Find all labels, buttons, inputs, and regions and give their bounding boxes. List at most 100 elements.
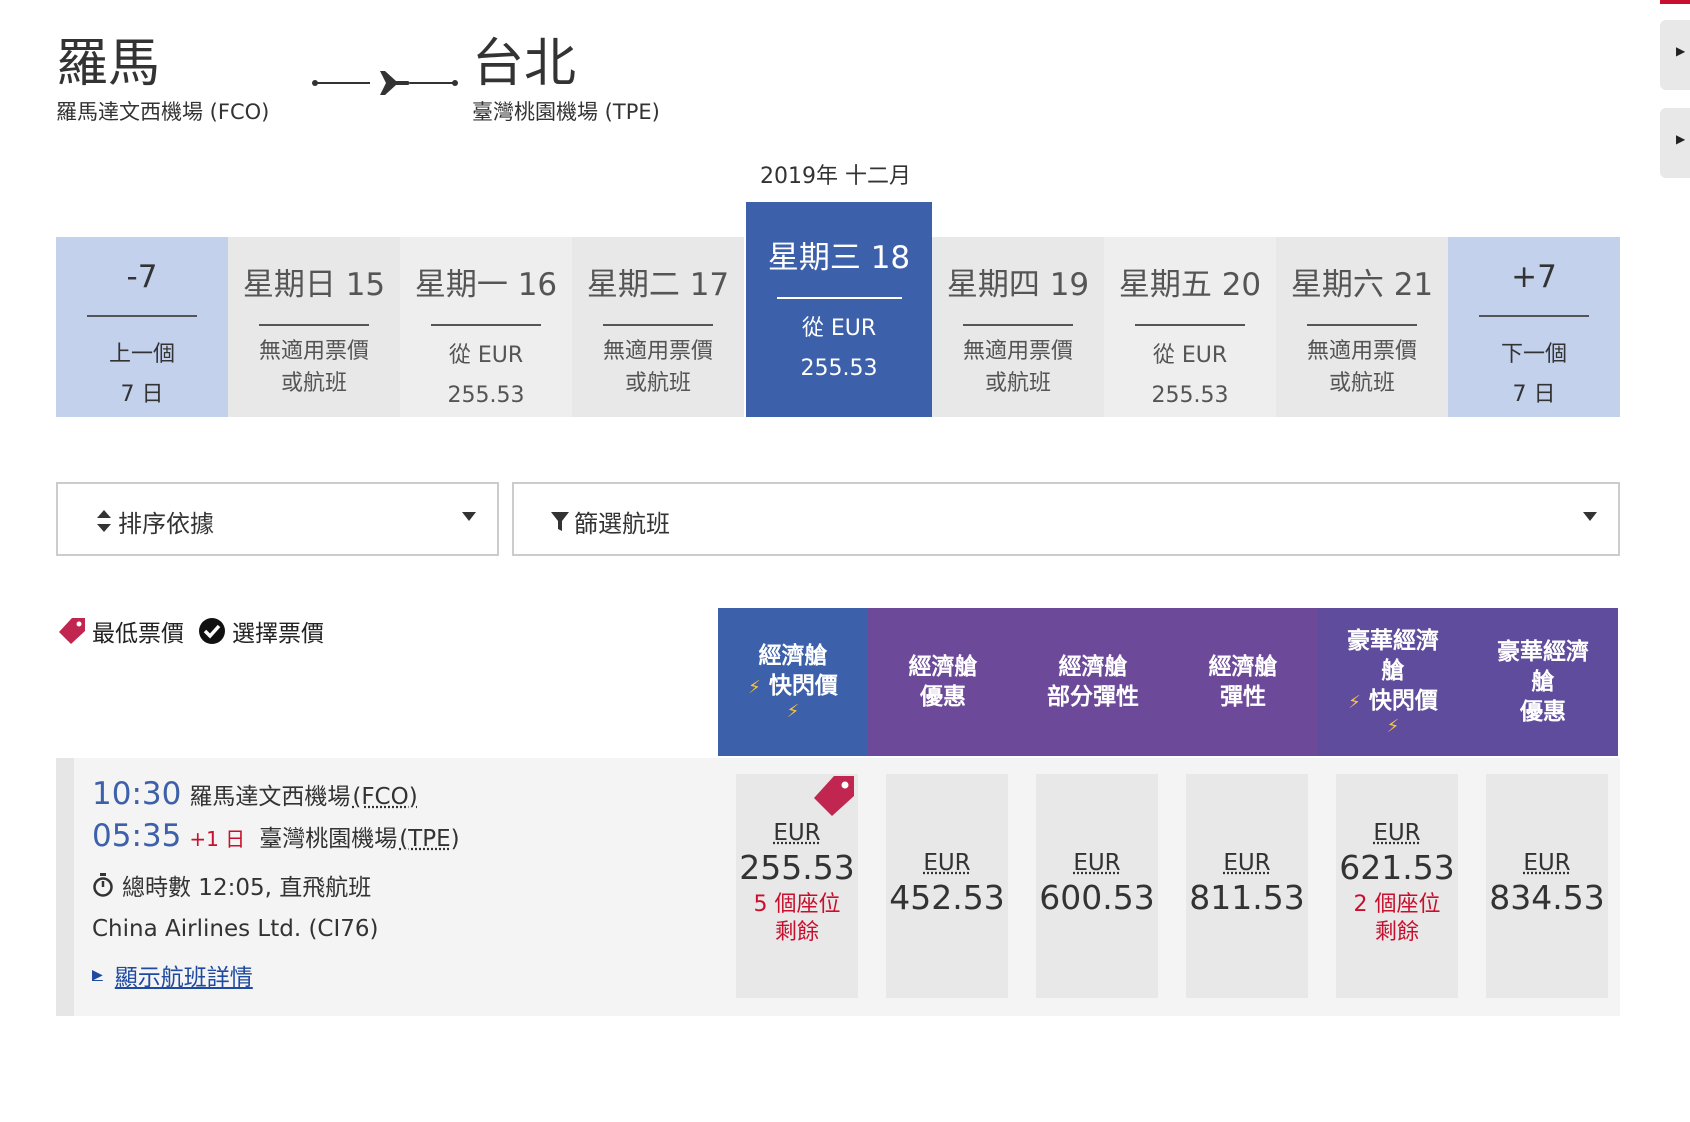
chevron-down-icon [462,512,476,521]
date-line1: 下一個 [1500,342,1567,367]
date-line2: 7 日 [120,382,164,407]
legend-selected: 選擇票價 [198,614,324,648]
fare-cell-premium-flash[interactable]: EUR 621.53 2 個座位 剩餘 [1336,774,1458,998]
filter-dropdown[interactable]: 篩選航班 [512,482,1620,556]
fare-header-line2: 快閃價 [768,673,838,699]
date-line2: 255.53 [447,383,525,408]
fare-cell-economy-flash[interactable]: EUR 255.53 5 個座位 剩餘 [736,774,858,998]
chevron-down-icon [1583,512,1597,521]
fare-header-line2: 部分彈性 [1047,684,1139,710]
flight-result-row: 10:30 羅馬達文西機場 (FCO) 05:35 +1 日 臺灣桃園機場 (T… [56,758,1620,1016]
date-cell-selected[interactable]: 星期三 18 從 EUR 255.53 [746,202,932,417]
seats-remaining-suffix: 剩餘 [1374,920,1419,945]
fare-header-line2: 優惠 [920,684,966,710]
date-day: 星期三 18 [767,240,911,276]
fare-amount: 834.53 [1489,878,1605,917]
date-day: 星期四 19 [946,267,1090,303]
date-line1: 從 EUR [448,343,524,368]
fare-currency: EUR [1073,850,1121,876]
date-line1: 無適用票價 [1306,339,1417,364]
fare-header-line1: 豪華經濟艙 [1347,628,1439,684]
fare-amount: 452.53 [889,878,1005,917]
fare-header-line1: 經濟艙 [758,643,828,669]
date-line2: 或航班 [984,371,1051,396]
fare-cell-economy-semiflex[interactable]: EUR 600.53 [1036,774,1158,998]
date-cell[interactable]: 星期五 20 從 EUR 255.53 [1104,237,1276,417]
divider [1479,315,1589,317]
date-day: -7 [126,259,158,295]
divider [259,324,369,326]
plane-route-icon [312,71,458,95]
prev-week-button[interactable]: -7 上一個 7 日 [56,237,228,417]
origin-airport: 羅馬達文西機場 (FCO) [56,100,270,124]
lowest-fare-tag-icon [814,776,854,816]
fare-header-economy-flex: 經濟艙 彈性 [1168,608,1318,756]
expand-arrow-icon: ▶ [1676,132,1686,146]
divider [963,324,1073,326]
date-day: +7 [1511,259,1557,295]
date-cell[interactable]: 星期四 19 無適用票價 或航班 [932,237,1104,417]
fare-header-premium-saver: 豪華經濟艙 優惠 [1468,608,1618,756]
fare-currency: EUR [1523,850,1571,876]
date-cell[interactable]: 星期一 16 從 EUR 255.53 [400,237,572,417]
check-circle-icon [199,618,225,644]
side-panel-toggle[interactable]: ▶ [1660,20,1690,90]
fare-currency: EUR [1373,820,1421,846]
date-cell[interactable]: 星期六 21 無適用票價 或航班 [1276,237,1448,417]
fare-cell-economy-saver[interactable]: EUR 452.53 [886,774,1008,998]
fare-header-economy-flash: 經濟艙 ⚡ 快閃價 ⚡ [718,608,868,756]
arrival-time: 05:35 [92,818,182,854]
departure-row: 10:30 羅馬達文西機場 (FCO) [92,776,732,812]
date-line1: 無適用票價 [962,339,1073,364]
fare-currency: EUR [773,820,821,846]
sort-dropdown[interactable]: 排序依據 [56,482,499,556]
side-panel-toggle[interactable]: ▶ [1660,108,1690,178]
date-line1: 上一個 [108,342,175,367]
fare-header-line1: 豪華經濟艙 [1497,639,1589,695]
date-day: 星期一 16 [414,267,558,303]
fare-cell-economy-flex[interactable]: EUR 811.53 [1186,774,1308,998]
caret-right-icon: ▶ [92,967,103,983]
legend-lowest: 最低票價 [58,614,184,648]
date-day: 星期日 15 [242,267,386,303]
lightning-icon: ⚡ [1348,692,1361,713]
date-line1: 從 EUR [801,316,877,341]
fare-amount: 621.53 [1339,848,1455,887]
lightning-icon: ⚡ [748,677,761,698]
date-line1: 無適用票價 [602,339,713,364]
fare-amount: 811.53 [1189,878,1305,917]
airline-name: China Airlines Ltd. (CI76) [92,916,379,942]
fare-currency: EUR [1223,850,1271,876]
date-line1: 從 EUR [1152,343,1228,368]
fare-amount: 600.53 [1039,878,1155,917]
destination-airport: 臺灣桃園機場 (TPE) [472,100,660,124]
seats-remaining: 2 個座位 [1353,892,1441,917]
fare-legend: 最低票價 選擇票價 [58,614,338,648]
next-week-button[interactable]: +7 下一個 7 日 [1448,237,1620,417]
departure-code: (FCO) [352,784,418,810]
date-day: 星期六 21 [1290,267,1434,303]
expand-arrow-icon: ▶ [1676,44,1686,58]
divider [603,324,713,326]
date-line1: 無適用票價 [258,339,369,364]
divider [431,324,541,326]
date-cell[interactable]: 星期日 15 無適用票價 或航班 [228,237,400,417]
arrival-day-offset: +1 日 [189,827,246,851]
filter-icon [551,512,569,531]
arrival-row: 05:35 +1 日 臺灣桃園機場 (TPE) [92,818,732,854]
date-line2: 或航班 [1328,371,1395,396]
date-selector: -7 上一個 7 日 星期日 15 無適用票價 或航班 星期一 16 從 EUR… [56,202,1620,417]
side-accent [1660,0,1690,4]
show-details-link[interactable]: ▶ 顯示航班詳情 [92,958,732,992]
fare-header-line2: 快閃價 [1368,688,1438,714]
stopwatch-icon [93,873,113,897]
date-cell[interactable]: 星期二 17 無適用票價 或航班 [572,237,744,417]
show-details-label: 顯示航班詳情 [114,965,253,991]
divider [776,297,902,299]
seats-remaining-suffix: 剩餘 [774,920,819,945]
fare-cell-premium-saver[interactable]: EUR 834.53 [1486,774,1608,998]
month-label: 2019年 十二月 [760,164,911,189]
fare-header-line1: 經濟艙 [1208,654,1278,680]
row-accent [56,758,74,1016]
duration-row: 總時數 12:05, 直飛航班 [92,868,732,902]
